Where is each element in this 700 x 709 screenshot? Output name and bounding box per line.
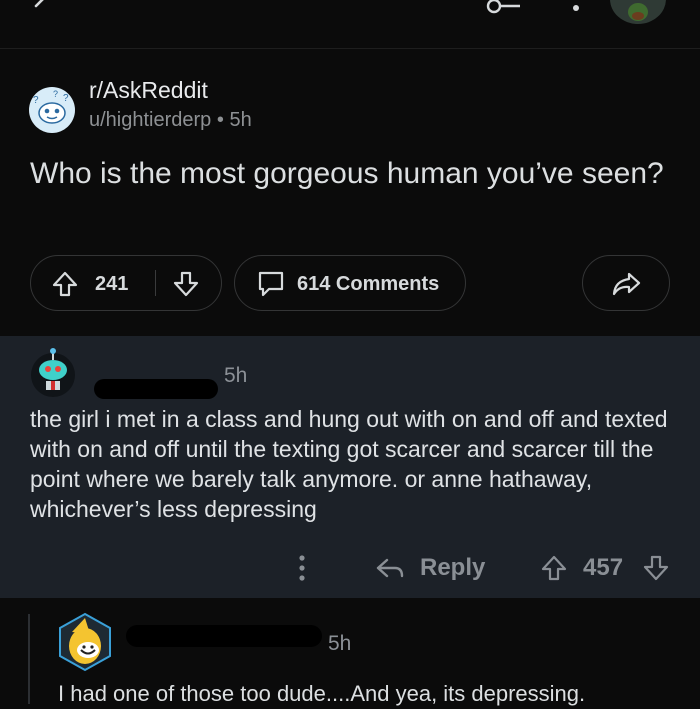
svg-text:?: ? (63, 93, 69, 104)
comment-body: the girl i met in a class and hung out w… (30, 406, 668, 522)
svg-text:?: ? (33, 95, 39, 106)
vote-divider (155, 270, 156, 296)
redacted-username (94, 379, 218, 399)
post-author[interactable]: u/hightierderp (89, 109, 211, 131)
more-vertical-icon[interactable] (566, 0, 586, 18)
comment-actions: Reply 457 (0, 542, 700, 592)
subreddit-name[interactable]: r/AskReddit (89, 77, 208, 104)
vote-controls: 241 (30, 255, 222, 311)
comment-age: 5h (328, 632, 352, 655)
commenter-avatar[interactable] (56, 612, 114, 672)
comment-body: I had one of those too dude....And yea, … (58, 681, 586, 706)
thread-line (28, 614, 30, 704)
comment-bubble-icon (258, 271, 284, 297)
upvote-arrow-icon[interactable] (51, 270, 79, 298)
post-meta: u/hightierderp • 5h (89, 109, 252, 132)
post: ? ? ? r/AskReddit u/hightierderp • 5h Wh… (0, 49, 700, 321)
reply-arrow-icon[interactable] (375, 556, 405, 582)
sort-icon[interactable] (484, 0, 524, 18)
post-title[interactable]: Who is the most gorgeous human you’ve se… (30, 155, 670, 193)
reply-button[interactable]: Reply (420, 554, 485, 582)
share-button[interactable] (582, 255, 670, 311)
redacted-username (126, 625, 322, 647)
svg-text:?: ? (53, 89, 58, 99)
comments-count: 614 Comments (297, 273, 440, 295)
user-avatar[interactable] (610, 0, 666, 24)
commenter-avatar[interactable] (28, 348, 78, 398)
post-age: 5h (229, 109, 252, 131)
comments-button[interactable]: 614 Comments (234, 255, 466, 311)
subreddit-avatar[interactable]: ? ? ? (29, 87, 75, 133)
meta-separator: • (216, 109, 224, 131)
share-arrow-icon (612, 272, 641, 296)
downvote-arrow-icon[interactable] (642, 554, 670, 582)
comment[interactable]: 5h the girl i met in a class and hung ou… (0, 336, 700, 598)
back-arrow-icon[interactable] (28, 0, 58, 22)
top-navigation-bar (0, 0, 700, 49)
comments-section: 5h the girl i met in a class and hung ou… (0, 321, 700, 706)
post-score: 241 (95, 273, 129, 295)
downvote-arrow-icon[interactable] (172, 270, 200, 298)
more-options-icon[interactable] (292, 552, 312, 586)
upvote-arrow-icon[interactable] (540, 554, 568, 582)
comment-score: 457 (583, 554, 624, 581)
comment-age: 5h (224, 364, 248, 387)
